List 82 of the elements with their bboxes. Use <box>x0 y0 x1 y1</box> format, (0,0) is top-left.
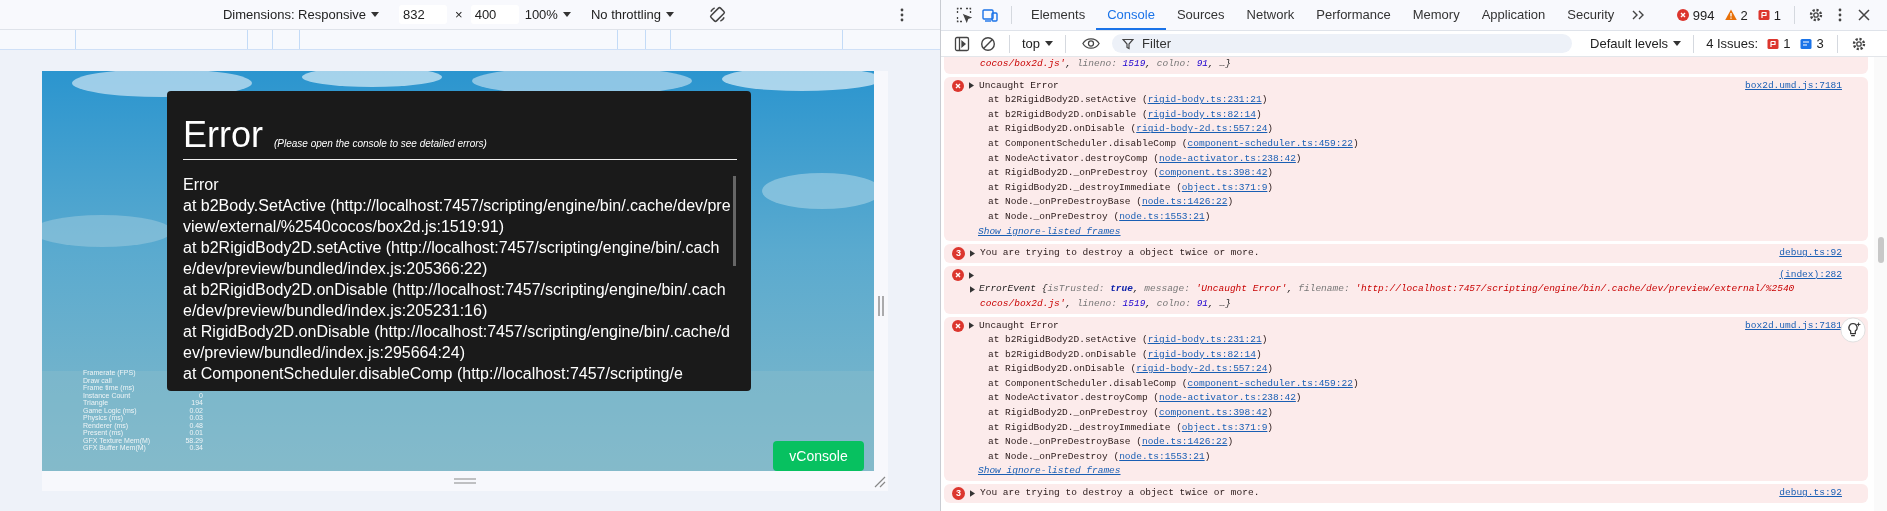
times-sign: × <box>455 7 463 22</box>
stack-link[interactable]: rigid-body.ts:231:21 <box>1147 94 1262 106</box>
warning-message: You are trying to destroy a object twice or more. <box>980 246 1260 261</box>
warning-message: You are trying to destroy a object twice or more. <box>980 486 1260 501</box>
panel-tab[interactable]: Security <box>1556 0 1626 30</box>
error-title: Error <box>183 115 263 155</box>
height-field[interactable]: 400 <box>470 5 519 24</box>
error-hint: (Please open the console to see detailed errors) <box>274 138 487 149</box>
context-dropdown[interactable]: top <box>1022 36 1054 51</box>
stack-link[interactable]: rigid-body.ts:231:21 <box>1147 334 1262 346</box>
error-line: at ComponentScheduler.disableComp (http://localhost:7457/scripting/e <box>183 364 684 384</box>
panel-tab[interactable]: Application <box>1470 0 1557 30</box>
stack-frame: at RigidBody2D._onPreDestroy (component.ts:398:42) <box>952 166 1842 181</box>
repeat-count: 3 <box>952 246 965 260</box>
stack-frame: at NodeActivator.destroyComp (node-activator.ts:238:42) <box>952 151 1842 167</box>
source-link[interactable]: (index):282 <box>1779 267 1842 283</box>
panel-tab[interactable]: Elements <box>1020 0 1097 30</box>
stack-frame: at Node._onPreDestroy (node.ts:1553:21) <box>952 209 1842 225</box>
error-count[interactable]: 994 <box>1676 7 1715 23</box>
error-line: at b2Body.SetActive (http://localhost:7457/scripting/engine/bin/.cache/dev/preview/external/%2540cocos/box2d.js:1519:91) <box>183 196 731 237</box>
stack-link[interactable]: node.ts:1553:21 <box>1119 450 1205 462</box>
panel-tab[interactable]: Memory <box>1401 0 1471 30</box>
source-link[interactable]: box2d.umd.js:7181 <box>1745 78 1842 94</box>
error-line: at b2RigidBody2D.setActive (http://localhost:7457/scripting/engine/bin/.cache/dev/preview/bundled/index.js:205366:22) <box>183 238 721 279</box>
levels-dropdown[interactable]: Default levels <box>1590 36 1682 51</box>
panel-tab[interactable]: Network <box>1235 0 1306 30</box>
stack-frame: at RigidBody2D._destroyImmediate (object.ts:371:9) <box>952 420 1842 436</box>
error-line: at RigidBody2D.onDisable (http://localhost:7457/scripting/engine/bin/.cache/dev/preview/bundled/index.js:295664:24) <box>183 322 731 363</box>
stack-frame: at b2RigidBody2D.setActive (rigid-body.ts:231:21) <box>952 333 1842 348</box>
stack-frame: at RigidBody2D._destroyImmediate (object.ts:371:9) <box>952 180 1842 196</box>
throttling-dropdown[interactable]: No throttling <box>590 7 674 22</box>
object-preview: cocos/box2d.js', lineno: 1519, colno: 91, …} <box>979 57 1232 71</box>
stack-link[interactable]: rigid-body.ts:82:14 <box>1147 348 1256 360</box>
device-dropdown[interactable]: Dimensions: Responsive <box>223 7 380 22</box>
error-line: Error <box>183 175 220 195</box>
stack-link[interactable]: node.ts:1426:22 <box>1141 436 1228 448</box>
stack-link[interactable]: component-scheduler.ts:459:22 <box>1187 137 1353 149</box>
stack-frame: at RigidBody2D._onPreDestroy (component.ts:398:42) <box>952 406 1842 421</box>
show-frames-link[interactable]: Show ignore-listed frames <box>978 464 1121 480</box>
stack-frame: at RigidBody2D.onDisable (rigid-body-2d.ts:557:24) <box>952 362 1842 377</box>
issues-label: 4 Issues: <box>1706 36 1759 51</box>
repeat-count: 3 <box>952 486 965 500</box>
stack-frame: at Node._onPreDestroy (node.ts:1553:21) <box>952 449 1842 465</box>
stack-frame: at Node._onPreDestroyBase (node.ts:1426:22) <box>952 195 1842 210</box>
stack-link[interactable]: object.ts:371:9 <box>1181 421 1268 433</box>
panel-tab[interactable]: Sources <box>1165 0 1236 30</box>
stack-frame: at RigidBody2D.onDisable (rigid-body-2d.ts:557:24) <box>952 122 1842 137</box>
object-preview: cocos/box2d.js', lineno: 1519, colno: 91, …} <box>979 296 1232 311</box>
stack-frame: at ComponentScheduler.disableComp (component-scheduler.ts:459:22) <box>952 136 1842 152</box>
stack-link[interactable]: rigid-body-2d.ts:557:24 <box>1136 123 1268 135</box>
stack-link[interactable]: node.ts:1553:21 <box>1119 210 1205 222</box>
show-frames-link[interactable]: Show ignore-listed frames <box>978 224 1121 240</box>
error-message: Uncaught Error <box>979 78 1059 93</box>
stack-link[interactable]: node-activator.ts:238:42 <box>1159 392 1296 404</box>
zoom-dropdown[interactable]: 100% <box>524 7 571 22</box>
width-field[interactable]: 832 <box>399 5 448 24</box>
issue-count[interactable]: 1 <box>1757 7 1781 23</box>
issue-error-count[interactable]: 1 <box>1767 36 1791 51</box>
source-link[interactable]: debug.ts:92 <box>1779 246 1842 261</box>
stack-link[interactable]: component.ts:398:42 <box>1159 167 1268 179</box>
stack-link[interactable]: object.ts:371:9 <box>1181 181 1268 193</box>
stack-frame: at NodeActivator.destroyComp (node-activator.ts:238:42) <box>952 391 1842 407</box>
stack-frame: at Node._onPreDestroyBase (node.ts:1426:22) <box>952 435 1842 450</box>
object-preview: ErrorEvent {isTrusted: true, message: 'Uncaught Error', filename: 'http://localhost:7457/scripting/engine/bin/.cache/dev/preview/external/%2540 <box>979 282 1795 297</box>
stack-link[interactable]: node-activator.ts:238:42 <box>1159 152 1296 164</box>
stack-link[interactable]: rigid-body-2d.ts:557:24 <box>1136 363 1268 375</box>
error-message: Uncaught Error <box>979 318 1059 333</box>
issue-info-count[interactable]: 3 <box>1800 36 1824 51</box>
stack-link[interactable]: component-scheduler.ts:459:22 <box>1187 377 1353 389</box>
stack-link[interactable]: component.ts:398:42 <box>1159 407 1268 419</box>
stack-link[interactable]: node.ts:1426:22 <box>1141 196 1228 208</box>
stack-frame: at ComponentScheduler.disableComp (component-scheduler.ts:459:22) <box>952 376 1842 392</box>
source-link[interactable]: box2d.umd.js:7181 <box>1745 318 1842 334</box>
error-line: at b2RigidBody2D.onDisable (http://localhost:7457/scripting/engine/bin/.cache/dev/preview/bundled/index.js:205231:16) <box>183 280 727 321</box>
stack-frame: at b2RigidBody2D.setActive (rigid-body.ts:231:21) <box>952 93 1842 108</box>
stack-link[interactable]: rigid-body.ts:82:14 <box>1147 108 1256 120</box>
panel-tab[interactable]: Performance <box>1305 0 1402 30</box>
stack-frame: at b2RigidBody2D.onDisable (rigid-body.ts:82:14) <box>952 107 1842 123</box>
source-link[interactable]: debug.ts:92 <box>1779 486 1842 501</box>
filter-field[interactable]: Filter <box>1112 34 1573 53</box>
stack-frame: at b2RigidBody2D.onDisable (rigid-body.ts:82:14) <box>952 347 1842 363</box>
warning-count[interactable]: 2 <box>1724 7 1748 23</box>
